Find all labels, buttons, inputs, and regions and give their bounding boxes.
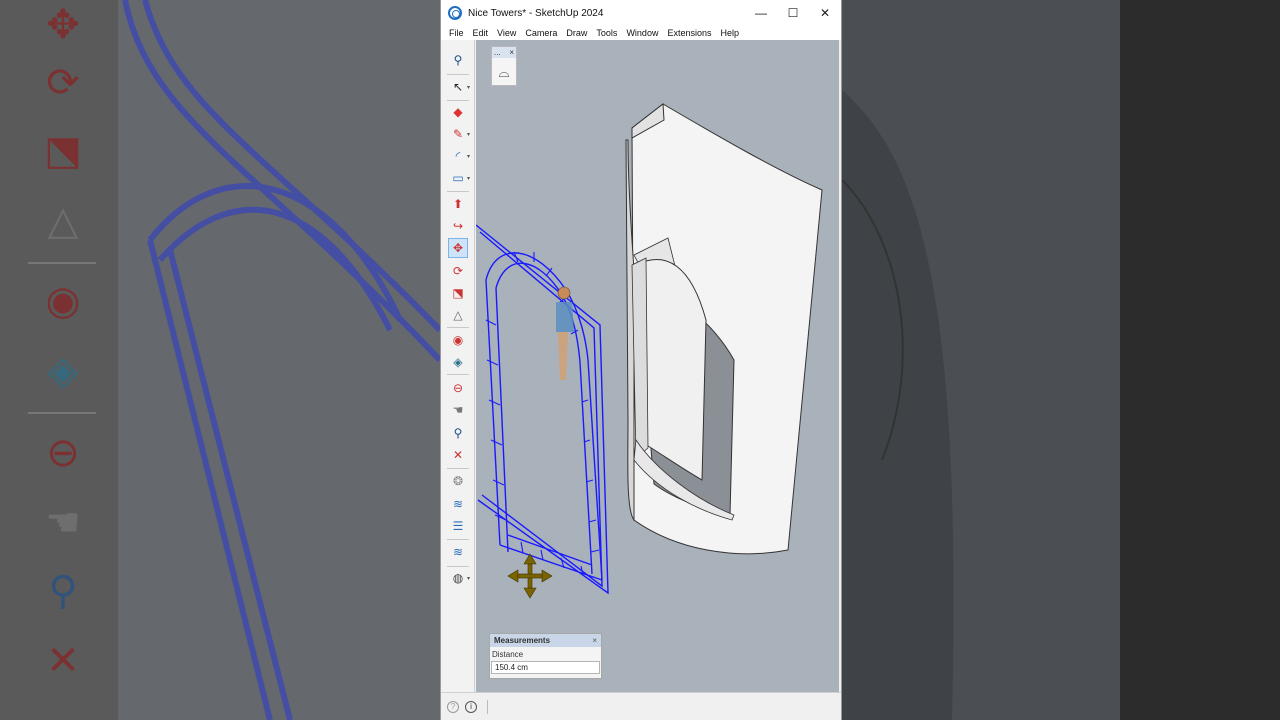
info-icon[interactable]: i xyxy=(465,700,477,713)
separator xyxy=(447,191,469,192)
chevron-down-icon[interactable]: ▾ xyxy=(467,175,470,182)
measurements-panel: Measurements × Distance 150.4 cm xyxy=(489,633,602,679)
measurements-title: Measurements xyxy=(494,636,551,645)
zoom-extents-icon[interactable]: ✕ xyxy=(448,445,468,465)
chevron-down-icon[interactable]: ▾ xyxy=(467,153,470,160)
separator xyxy=(487,699,488,714)
menu-draw[interactable]: Draw xyxy=(566,28,587,38)
tape-measure-icon[interactable]: ◉ xyxy=(448,330,468,350)
separator xyxy=(447,100,469,101)
menu-help[interactable]: Help xyxy=(720,28,739,38)
menu-view[interactable]: View xyxy=(497,28,516,38)
close-icon[interactable]: × xyxy=(509,47,514,58)
floating-toolbar-grip[interactable]: ... xyxy=(494,47,501,58)
background-blur-right xyxy=(842,0,1280,720)
orbit-icon[interactable]: ⊖ xyxy=(448,378,468,398)
floating-toolbar-header[interactable]: ... × xyxy=(492,47,516,58)
separator xyxy=(447,566,469,567)
menu-tools[interactable]: Tools xyxy=(596,28,617,38)
warehouse-icon[interactable]: ❂ xyxy=(448,471,468,491)
eraser-icon[interactable]: ◆ xyxy=(448,102,468,122)
separator xyxy=(447,468,469,469)
screen: ✥ ⟳ ⬔ △ ◉ ◈ ⊖ ☚ ⚲ ✕ Nice Towers* - Sketc… xyxy=(0,0,1280,720)
profile-icon[interactable]: ◍ xyxy=(448,568,468,588)
menu-bar: File Edit View Camera Draw Tools Window … xyxy=(441,26,841,40)
title-bar: Nice Towers* - SketchUp 2024 — ☐ ✕ xyxy=(441,0,841,26)
menu-camera[interactable]: Camera xyxy=(525,28,557,38)
arched-window-frame-selected[interactable] xyxy=(476,224,609,595)
push-pull-icon[interactable]: ⬆ xyxy=(448,194,468,214)
measurements-header: Measurements × xyxy=(490,634,601,647)
scale-icon[interactable]: ⬔ xyxy=(448,283,468,303)
follow-me-icon[interactable]: ⌓ xyxy=(492,58,516,86)
select-icon[interactable]: ↖ xyxy=(448,77,468,97)
arc-icon[interactable]: ◜ xyxy=(448,146,468,166)
separator xyxy=(447,74,469,75)
paint-bucket-icon[interactable]: ◈ xyxy=(448,352,468,372)
layout-icon[interactable]: ☰ xyxy=(448,516,468,536)
modeling-viewport[interactable]: ... × ⌓ Measurements × Distance 150.4 cm xyxy=(476,40,839,692)
help-icon[interactable]: ? xyxy=(447,700,459,713)
offset-icon[interactable]: ↪ xyxy=(448,216,468,236)
app-window: Nice Towers* - SketchUp 2024 — ☐ ✕ File … xyxy=(440,0,842,720)
chevron-down-icon[interactable]: ▾ xyxy=(467,575,470,582)
move-icon[interactable]: ✥ xyxy=(448,238,468,258)
trimble-connect-icon[interactable]: ≋ xyxy=(448,542,468,562)
large-toolset: ⚲ ↖ ▾ ◆ ✎ ▾ ◜ ▾ ▭ ▾ ⬆ ↪ ✥ ⟳ ⬔ △ ◉ ◈ ⊖ ☚ … xyxy=(441,40,475,692)
close-button[interactable]: ✕ xyxy=(809,0,841,26)
minimize-button[interactable]: — xyxy=(745,0,777,26)
chevron-down-icon[interactable]: ▾ xyxy=(467,131,470,138)
background-blur-left: ✥ ⟳ ⬔ △ ◉ ◈ ⊖ ☚ ⚲ ✕ xyxy=(0,0,440,720)
zoom-icon[interactable]: ⚲ xyxy=(448,423,468,443)
window-title: Nice Towers* - SketchUp 2024 xyxy=(468,7,604,19)
flip-icon[interactable]: △ xyxy=(448,305,468,325)
menu-file[interactable]: File xyxy=(449,28,464,38)
zoom-icon[interactable]: ⚲ xyxy=(448,50,468,70)
status-bar: ? i xyxy=(441,692,841,720)
rectangle-icon[interactable]: ▭ xyxy=(448,168,468,188)
background-shadow xyxy=(1120,0,1280,720)
rotate-icon[interactable]: ⟳ xyxy=(448,261,468,281)
background-arch-outline xyxy=(122,0,440,720)
sketchup-logo-icon xyxy=(448,6,462,20)
maximize-button[interactable]: ☐ xyxy=(777,0,809,26)
chevron-down-icon[interactable]: ▾ xyxy=(467,84,470,91)
separator xyxy=(447,374,469,375)
extension-warehouse-icon[interactable]: ≋ xyxy=(448,494,468,514)
close-icon[interactable]: × xyxy=(592,636,597,645)
scene xyxy=(476,103,823,599)
separator xyxy=(447,539,469,540)
separator xyxy=(447,327,469,328)
floating-toolbar: ... × ⌓ xyxy=(491,46,517,86)
measurements-label: Distance xyxy=(492,650,524,659)
menu-edit[interactable]: Edit xyxy=(473,28,489,38)
menu-extensions[interactable]: Extensions xyxy=(667,28,711,38)
measurements-value-field[interactable]: 150.4 cm xyxy=(491,661,600,674)
curved-wall-model[interactable] xyxy=(625,103,823,555)
pencil-icon[interactable]: ✎ xyxy=(448,124,468,144)
pan-icon[interactable]: ☚ xyxy=(448,400,468,420)
menu-window[interactable]: Window xyxy=(626,28,658,38)
